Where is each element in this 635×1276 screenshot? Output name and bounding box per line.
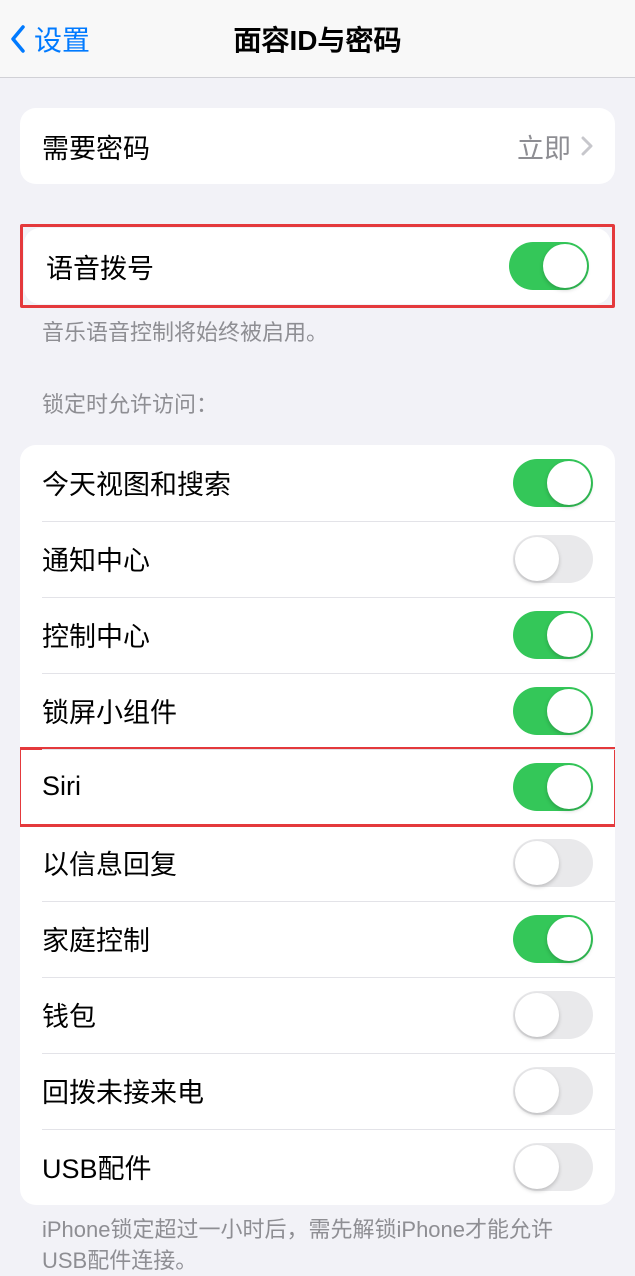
lock-access-row: 以信息回复 [20,825,615,901]
chevron-left-icon [10,25,26,53]
lock-access-header: 锁定时允许访问： [20,349,615,431]
lock-access-group: 今天视图和搜索通知中心控制中心锁屏小组件 Siri 以信息回复家庭控制钱包回拨未接来… [20,445,615,1205]
lock-access-item-label: 控制中心 [42,615,150,654]
lock-access-item-label: 家庭控制 [42,919,150,958]
require-passcode-group: 需要密码 立即 [20,108,615,184]
lock-access-row: 控制中心 [20,597,615,673]
lock-access-row: 今天视图和搜索 [20,445,615,521]
chevron-right-icon [581,136,593,156]
lock-access-row: 回拨未接来电 [20,1053,615,1129]
lock-access-footer: iPhone锁定超过一小时后，需先解锁iPhone才能允许USB配件连接。 [20,1205,615,1276]
voice-dial-footer: 音乐语音控制将始终被启用。 [20,308,615,349]
lock-access-item-toggle[interactable] [513,535,593,583]
require-passcode-label: 需要密码 [42,127,150,166]
voice-dial-group: 语音拨号 [24,228,611,304]
lock-access-row: 家庭控制 [20,901,615,977]
lock-access-item-toggle[interactable] [513,763,593,811]
require-passcode-value: 立即 [517,127,571,166]
lock-access-item-toggle[interactable] [513,1067,593,1115]
voice-dial-row: 语音拨号 [24,228,611,304]
require-passcode-row[interactable]: 需要密码 立即 [20,108,615,184]
page-title: 面容ID与密码 [233,19,401,59]
lock-access-row: 钱包 [20,977,615,1053]
lock-access-item-label: 今天视图和搜索 [42,463,231,502]
lock-access-row: 通知中心 [20,521,615,597]
toggle-knob [547,689,591,733]
toggle-knob [547,461,591,505]
lock-access-item-toggle[interactable] [513,459,593,507]
voice-dial-highlight: 语音拨号 [20,224,615,308]
voice-dial-toggle[interactable] [509,242,589,290]
toggle-knob [515,1145,559,1189]
lock-access-row: Siri [20,749,615,825]
row-right: 立即 [517,127,593,166]
voice-dial-label: 语音拨号 [46,247,154,286]
back-button[interactable]: 设置 [10,19,90,59]
toggle-knob [543,244,587,288]
lock-access-item-toggle[interactable] [513,1143,593,1191]
content-area: 需要密码 立即 语音拨号 音乐语音控制将始终被启用。 锁定时允许访问： 今天视图… [0,108,635,1276]
lock-access-item-toggle[interactable] [513,991,593,1039]
toggle-knob [547,613,591,657]
lock-access-item-toggle[interactable] [513,839,593,887]
toggle-knob [547,765,591,809]
lock-access-item-toggle[interactable] [513,687,593,735]
lock-access-row: 锁屏小组件 [20,673,615,749]
toggle-knob [515,1069,559,1113]
lock-access-item-label: 回拨未接来电 [42,1071,204,1110]
toggle-knob [515,841,559,885]
lock-access-item-toggle[interactable] [513,915,593,963]
lock-access-item-label: 通知中心 [42,539,150,578]
toggle-knob [515,537,559,581]
lock-access-item-label: 以信息回复 [42,843,177,882]
lock-access-row: USB配件 [20,1129,615,1205]
toggle-knob [547,917,591,961]
lock-access-item-label: USB配件 [42,1147,152,1186]
lock-access-item-toggle[interactable] [513,611,593,659]
lock-access-item-label: Siri [42,771,81,802]
toggle-knob [515,993,559,1037]
header-bar: 设置 面容ID与密码 [0,0,635,78]
lock-access-item-label: 锁屏小组件 [42,691,177,730]
lock-access-item-label: 钱包 [42,995,96,1034]
back-label: 设置 [34,19,90,59]
